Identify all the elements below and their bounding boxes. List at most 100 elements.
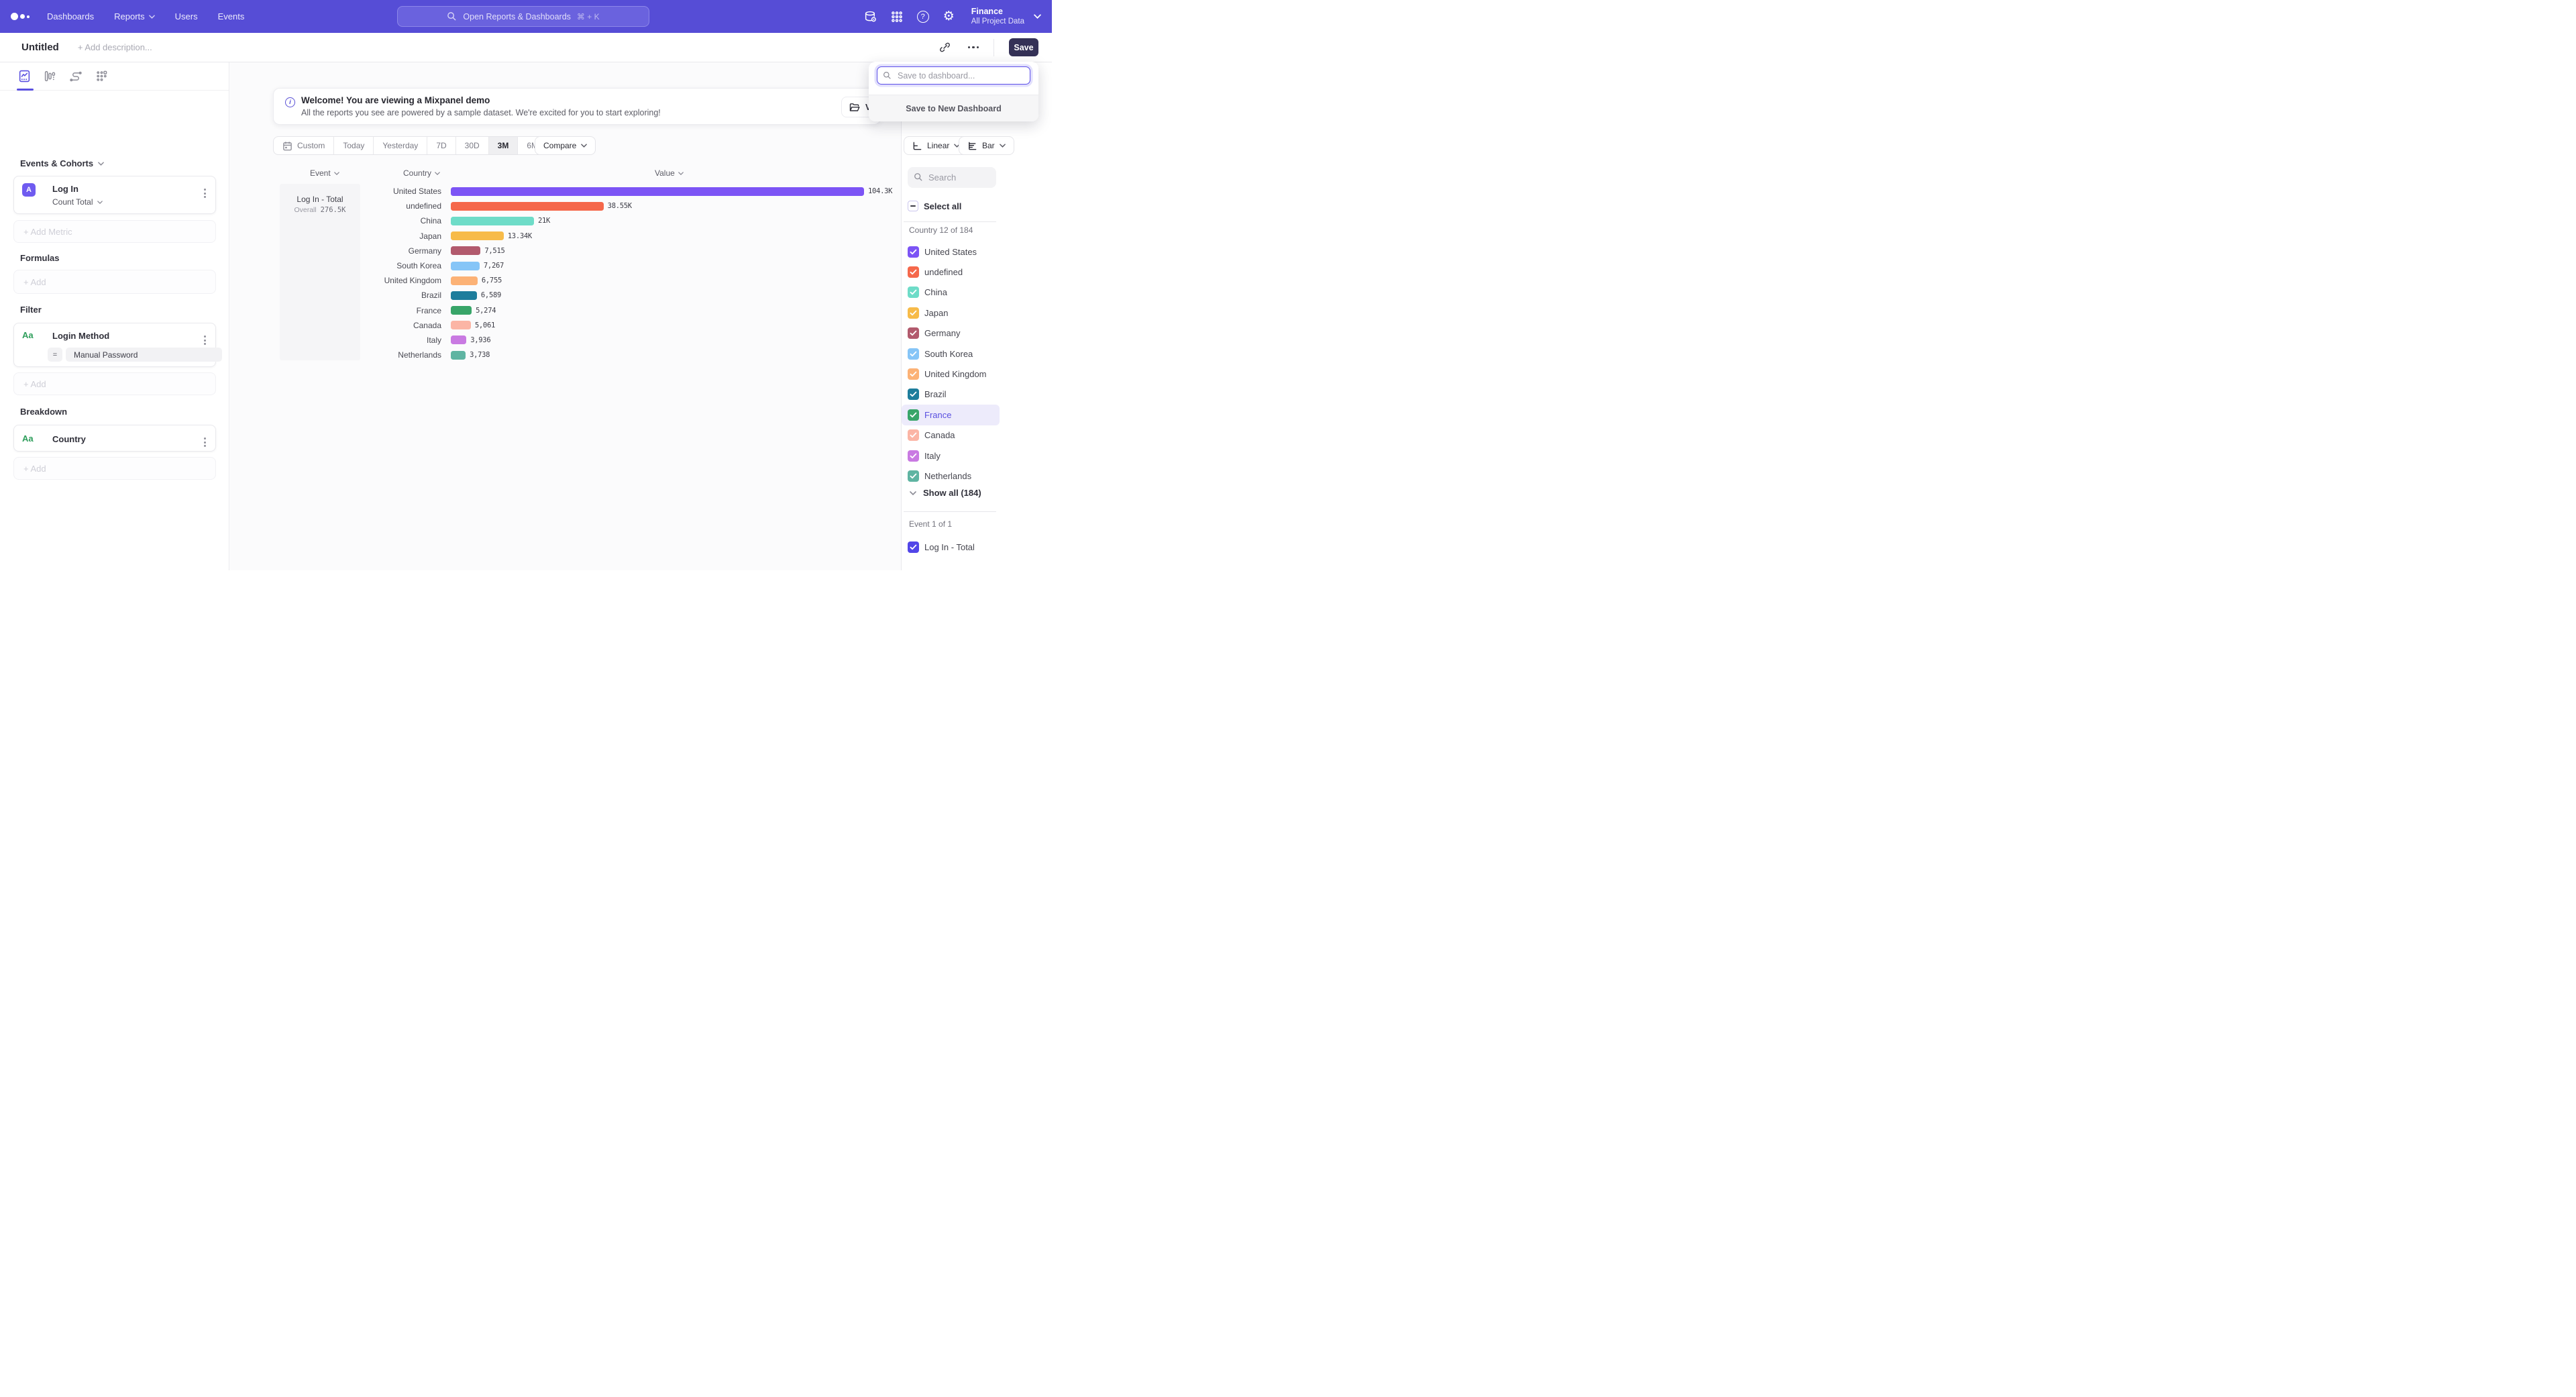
save-to-new-dashboard-button[interactable]: Save to New Dashboard <box>869 95 1038 121</box>
country-bar-value: 6,589 <box>481 291 501 299</box>
more-options-button[interactable] <box>968 46 979 49</box>
apps-grid-icon[interactable] <box>891 11 903 23</box>
save-to-dashboard-input[interactable] <box>877 66 1030 85</box>
value-column-header[interactable]: Value <box>655 168 684 178</box>
country-checkbox[interactable] <box>908 327 919 339</box>
add-breakdown-button[interactable]: + Add <box>13 457 216 480</box>
events-cohorts-header[interactable]: Events & Cohorts <box>20 158 104 168</box>
country-checkbox-row[interactable]: Germany <box>902 323 1053 344</box>
date-range-segment[interactable]: 3M <box>489 137 519 154</box>
save-button[interactable]: Save <box>1009 38 1038 56</box>
country-checkbox[interactable] <box>908 348 919 360</box>
country-bar[interactable] <box>451 335 466 344</box>
add-formula-button[interactable]: + Add <box>13 270 216 294</box>
tab-insights[interactable] <box>19 62 30 91</box>
date-range-segment[interactable]: Custom <box>274 137 334 154</box>
filter-card[interactable]: Aa Login Method = Manual Password <box>13 323 216 367</box>
nav-item[interactable]: Reports <box>114 11 155 21</box>
settings-gear-icon[interactable]: ⚙ <box>943 10 955 23</box>
check-icon <box>910 351 917 357</box>
help-icon[interactable]: ? <box>917 11 929 23</box>
event-checkbox[interactable] <box>908 541 919 553</box>
country-bar[interactable] <box>451 306 472 315</box>
check-icon <box>910 249 917 255</box>
country-bar[interactable] <box>451 217 534 225</box>
country-checkbox-row[interactable]: Japan <box>902 303 1053 323</box>
indeterminate-checkbox[interactable] <box>908 201 918 211</box>
country-checkbox[interactable] <box>908 470 919 482</box>
filter-property-name[interactable]: Login Method <box>52 331 109 341</box>
country-bar[interactable] <box>451 231 504 240</box>
country-bar[interactable] <box>451 202 604 211</box>
filter-operator[interactable]: = <box>48 348 62 362</box>
project-switcher[interactable]: Finance All Project Data <box>971 7 1041 27</box>
country-bar[interactable] <box>451 351 466 360</box>
event-column-header[interactable]: Event <box>310 168 339 178</box>
country-checkbox-row[interactable]: France <box>902 405 1000 425</box>
aggregation-selector[interactable]: Count Total <box>52 197 103 207</box>
country-bar[interactable] <box>451 262 480 270</box>
breakdown-column-header[interactable]: Country <box>403 168 440 178</box>
country-checkbox-row[interactable]: Brazil <box>902 384 1053 405</box>
select-all-checkbox[interactable]: Select all <box>908 201 961 211</box>
metric-name[interactable]: Log In <box>52 184 78 194</box>
nav-item[interactable]: Events <box>218 11 245 21</box>
country-checkbox[interactable] <box>908 450 919 462</box>
country-checkbox-row[interactable]: undefined <box>902 262 1053 282</box>
global-search-placeholder: Open Reports & Dashboards <box>463 12 571 21</box>
country-checkbox[interactable] <box>908 409 919 421</box>
country-checkbox[interactable] <box>908 287 919 298</box>
metric-card[interactable]: A Log In Count Total <box>13 176 216 214</box>
date-range-segment[interactable]: Today <box>334 137 374 154</box>
filter-options-kebab[interactable] <box>201 333 209 348</box>
country-bar[interactable] <box>451 276 478 285</box>
tab-retention[interactable] <box>96 62 107 91</box>
country-checkbox-row[interactable]: Canada <box>902 425 1053 446</box>
date-range-segment[interactable]: 7D <box>427 137 455 154</box>
global-search[interactable]: Open Reports & Dashboards ⌘ + K <box>397 6 649 27</box>
breakdown-options-kebab[interactable] <box>201 435 209 450</box>
metric-options-kebab[interactable] <box>201 186 209 201</box>
search-shortcut: ⌘ + K <box>577 12 600 21</box>
add-filter-button[interactable]: + Add <box>13 372 216 395</box>
country-bar[interactable] <box>451 246 480 255</box>
tab-funnels[interactable] <box>44 62 56 91</box>
series-search-input[interactable] <box>908 167 996 188</box>
country-checkbox[interactable] <box>908 429 919 441</box>
country-bar-value: 104.3K <box>868 187 892 195</box>
country-checkbox-row[interactable]: United Kingdom <box>902 364 1053 384</box>
country-checkbox[interactable] <box>908 307 919 319</box>
country-checkbox[interactable] <box>908 368 919 380</box>
date-range-segment[interactable]: Yesterday <box>374 137 427 154</box>
chart-row: undefined 38.55K <box>280 199 890 213</box>
add-metric-button[interactable]: + Add Metric <box>13 220 216 243</box>
mixpanel-logo[interactable] <box>11 13 30 20</box>
country-bar[interactable] <box>451 187 864 196</box>
nav-item[interactable]: Dashboards <box>47 11 94 21</box>
copy-link-icon[interactable] <box>939 42 951 53</box>
filter-value[interactable]: Manual Password <box>66 348 222 362</box>
country-bar[interactable] <box>451 291 477 300</box>
country-bar[interactable] <box>451 321 471 329</box>
country-checkbox-row[interactable]: Netherlands <box>902 466 1053 486</box>
nav-item[interactable]: Users <box>175 11 198 21</box>
report-title[interactable]: Untitled <box>21 42 59 53</box>
breakdown-property-name[interactable]: Country <box>52 434 86 444</box>
add-description[interactable]: + Add description... <box>78 42 152 52</box>
country-checkbox[interactable] <box>908 246 919 258</box>
tab-flows[interactable] <box>70 62 82 91</box>
show-all-toggle[interactable]: Show all (184) <box>910 488 981 498</box>
compare-button[interactable]: Compare <box>535 136 596 155</box>
country-checkbox[interactable] <box>908 266 919 278</box>
date-range-segment[interactable]: 30D <box>456 137 489 154</box>
country-checkbox-row[interactable]: China <box>902 282 1053 303</box>
breakdown-card[interactable]: Aa Country <box>13 425 216 452</box>
data-management-icon[interactable] <box>864 11 877 23</box>
country-checkbox[interactable] <box>908 389 919 400</box>
country-label: China <box>280 216 441 225</box>
event-checkbox-row[interactable]: Log In - Total <box>908 541 975 553</box>
chart-type-selector[interactable]: Bar <box>959 136 1014 155</box>
country-checkbox-row[interactable]: South Korea <box>902 344 1053 364</box>
country-checkbox-row[interactable]: Italy <box>902 446 1053 466</box>
country-checkbox-row[interactable]: United States <box>902 242 1053 262</box>
